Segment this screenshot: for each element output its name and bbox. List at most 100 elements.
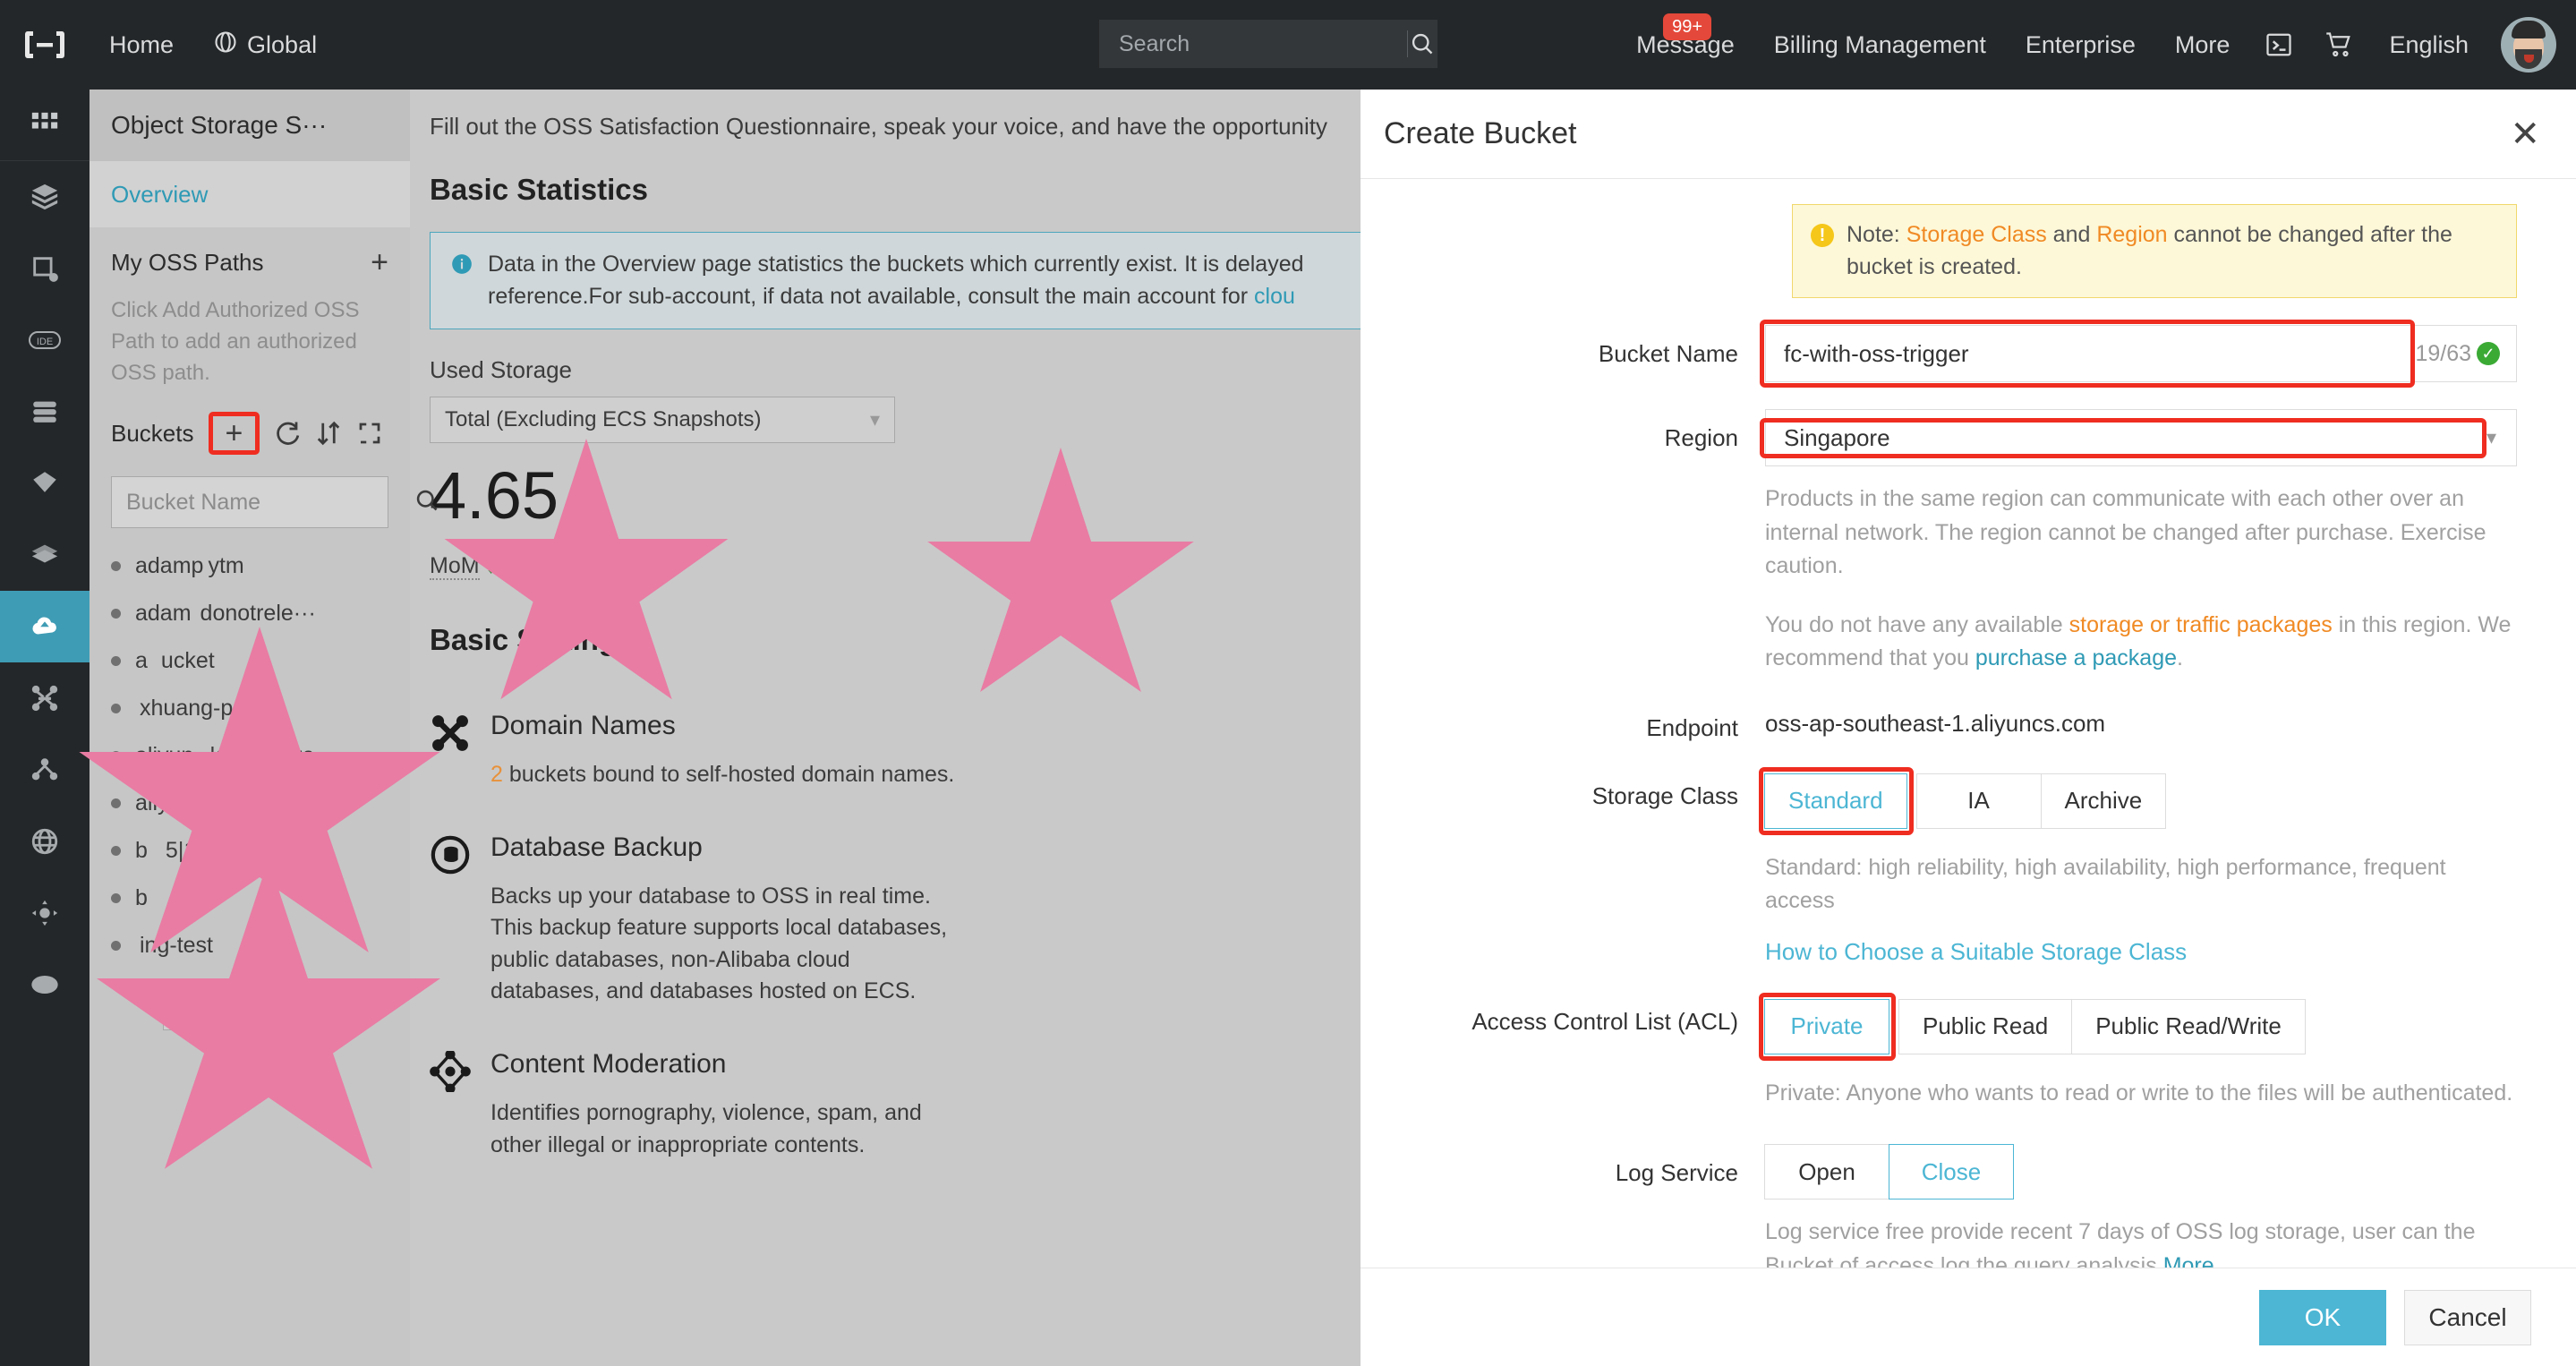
setting-content-moderation[interactable]: Content Moderation Identifies pornograph… [430, 1028, 1493, 1181]
create-bucket-plus-highlight: + [209, 412, 260, 455]
database-backup-icon [430, 834, 471, 1008]
field-endpoint: Endpoint oss-ap-southeast-1.aliyuncs.com [1361, 699, 2576, 744]
nav-enterprise-label: Enterprise [2026, 31, 2136, 59]
rail-item-globe-network-icon[interactable] [0, 806, 90, 877]
acl-option-public-read[interactable]: Public Read [1898, 999, 2072, 1054]
rail-item-server-stack-icon[interactable] [0, 376, 90, 448]
acl-highlight: Private [1759, 993, 1896, 1061]
rail-item-image-processing-icon[interactable] [0, 233, 90, 304]
sort-icon[interactable] [315, 420, 342, 447]
rail-item-settings-gear-icon[interactable] [0, 877, 90, 949]
nav-message[interactable]: Message 99+ [1616, 31, 1754, 59]
alibaba-cloud-logo-icon[interactable] [0, 0, 90, 90]
list-item[interactable]: adam donotrele··· [90, 590, 410, 637]
grid-apps-icon[interactable] [0, 90, 90, 161]
sidebar-item-overview[interactable]: Overview [90, 161, 410, 227]
storage-class-segmented-control: Standard IA Archive [1765, 767, 2517, 835]
note-emphasis-storage-class: Storage Class [1906, 222, 2047, 247]
bucket-name: adam donotrele··· [135, 601, 316, 627]
create-bucket-plus-icon[interactable]: + [226, 416, 243, 450]
nav-global[interactable]: Global [193, 30, 337, 61]
rail-item-share-network-icon[interactable] [0, 734, 90, 806]
search-icon[interactable] [414, 488, 439, 517]
storage-traffic-packages-link[interactable]: storage or traffic packages [2069, 612, 2333, 637]
dialog-header: Create Bucket ✕ [1361, 90, 2576, 179]
bucket-name-input[interactable] [1766, 326, 2409, 381]
nav-enterprise[interactable]: Enterprise [2006, 31, 2155, 59]
region-select-wrapper[interactable]: Singapore ▾ [1765, 409, 2517, 466]
rail-item-ide-icon[interactable]: IDE [0, 304, 90, 376]
buckets-title: Buckets [111, 420, 194, 448]
nav-global-label: Global [247, 31, 317, 59]
search-input[interactable] [1099, 31, 1407, 57]
endpoint-value: oss-ap-southeast-1.aliyuncs.com [1765, 699, 2517, 738]
bucket-status-dot [111, 561, 121, 571]
dialog-note-text: Note: Storage Class and Region cannot be… [1847, 219, 2498, 283]
rail-item-circle-icon[interactable] [0, 949, 90, 1020]
add-oss-path-plus-icon[interactable]: + [371, 247, 388, 277]
setting-title: Domain Names [490, 709, 954, 743]
nav-more[interactable]: More [2155, 31, 2250, 59]
storage-class-option-standard[interactable]: Standard [1764, 773, 1907, 829]
log-service-option-close[interactable]: Close [1889, 1144, 2014, 1200]
globe-icon [213, 30, 238, 61]
global-search[interactable] [1099, 20, 1437, 68]
acl-option-public-read-write[interactable]: Public Read/Write [2071, 999, 2306, 1054]
nav-language[interactable]: English [2369, 31, 2488, 59]
info-line-2: reference.For sub-account, if data not a… [488, 284, 1254, 309]
nav-billing-management[interactable]: Billing Management [1754, 31, 2006, 59]
purchase-package-link[interactable]: purchase a package [1975, 645, 2177, 670]
setting-domain-names[interactable]: Domain Names 2 buckets bound to self-hos… [430, 689, 1493, 811]
field-acl: Access Control List (ACL) Private Public… [1361, 993, 2576, 1111]
setting-database-backup[interactable]: Database Backup Backs up your database t… [430, 811, 1493, 1028]
acl-option-private[interactable]: Private [1764, 999, 1889, 1054]
setting-desc: 2 buckets bound to self-hosted domain na… [490, 759, 954, 791]
page-title: Object Storage S··· [90, 90, 410, 161]
shopping-cart-icon[interactable] [2308, 31, 2369, 58]
storage-class-option-ia[interactable]: IA [1916, 773, 2042, 829]
my-oss-paths-title: My OSS Paths [111, 249, 264, 277]
log-service-more-link[interactable]: More [2163, 1253, 2214, 1268]
acl-label-text: Access Control List (ACL) [1471, 1008, 1738, 1035]
acl-segmented-control: Private Public Read Public Read/Write [1765, 993, 2517, 1061]
close-icon[interactable]: ✕ [2510, 116, 2540, 152]
search-icon[interactable] [1408, 31, 1437, 56]
my-oss-paths-section: My OSS Paths + [90, 227, 410, 286]
nav-language-label: English [2389, 31, 2469, 59]
bucket-search[interactable] [111, 476, 388, 528]
expand-icon[interactable] [356, 420, 383, 447]
bucket-status-dot [111, 704, 121, 713]
log-service-helper-text: Log service free provide recent 7 days o… [1765, 1219, 2476, 1268]
how-to-choose-storage-class-link[interactable]: How to Choose a Suitable Storage Class [1765, 938, 2187, 966]
message-count-badge: 99+ [1663, 13, 1711, 40]
rail-item-cdn-nodes-icon[interactable] [0, 662, 90, 734]
rail-item-layers-icon[interactable] [0, 519, 90, 591]
rail-item-cube-icon[interactable] [0, 161, 90, 233]
endpoint-label: Endpoint [1361, 699, 1765, 744]
acl-label: Access Control List (ACL) [1361, 993, 1765, 1111]
log-service-label: Log Service [1361, 1144, 1765, 1268]
chevron-down-icon[interactable]: ▾ [2486, 426, 2496, 449]
top-navigation-bar: Home Global Message 99+ [0, 0, 2576, 90]
bucket-search-input[interactable] [126, 490, 414, 516]
dialog-body: ! Note: Storage Class and Region cannot … [1361, 179, 2576, 1268]
list-item[interactable]: adamp ytm [90, 542, 410, 590]
rail-item-oss-cloud-icon[interactable] [0, 591, 90, 662]
region-highlight: Singapore [1760, 418, 2486, 458]
ok-button[interactable]: OK [2259, 1290, 2386, 1345]
used-storage-select[interactable]: Total (Excluding ECS Snapshots) ▾ [430, 397, 895, 443]
setting-title: Content Moderation [490, 1047, 956, 1081]
refresh-icon[interactable] [274, 420, 301, 447]
stat-label: Used Storage [430, 356, 1439, 384]
info-link[interactable]: clou [1254, 284, 1295, 309]
oss-paths-hint: Click Add Authorized OSS Path to add an … [90, 286, 410, 388]
setting-body: Content Moderation Identifies pornograph… [490, 1047, 956, 1161]
nav-home[interactable]: Home [90, 31, 193, 59]
cancel-button[interactable]: Cancel [2404, 1290, 2531, 1345]
log-service-option-open[interactable]: Open [1764, 1144, 1889, 1200]
rail-item-diamond-icon[interactable] [0, 448, 90, 519]
field-region: Region Singapore ▾ Products in the same … [1361, 409, 2576, 676]
storage-class-option-archive[interactable]: Archive [2041, 773, 2167, 829]
avatar[interactable] [2501, 17, 2556, 73]
terminal-icon[interactable] [2249, 31, 2308, 58]
